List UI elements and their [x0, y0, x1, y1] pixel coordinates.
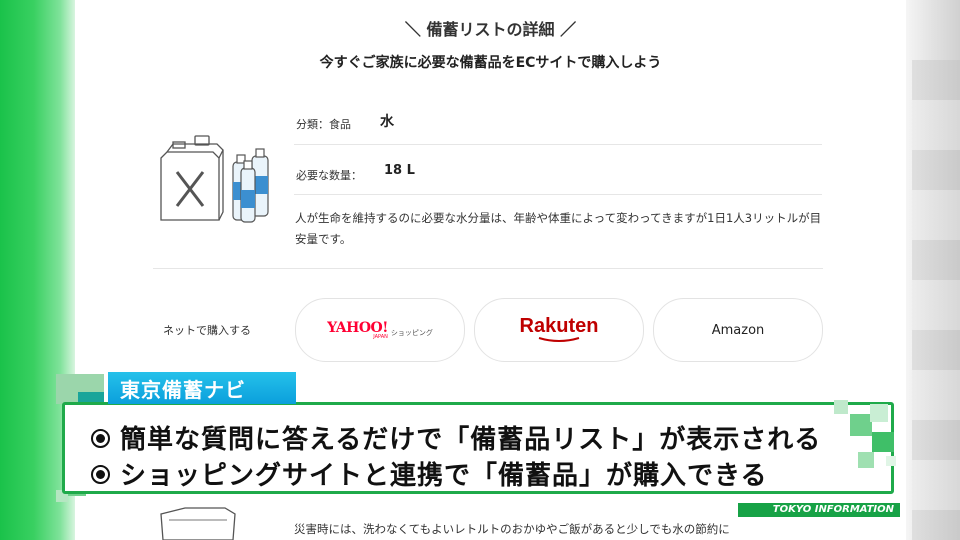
yahoo-shopping-button[interactable]: YAHOO! JAPAN ショッピング [295, 298, 465, 362]
decor-square [886, 456, 896, 466]
decor-square [834, 400, 848, 414]
decor-square [850, 414, 872, 436]
bullet-icon [91, 429, 110, 448]
tokyo-information-badge: TOKYO INFORMATION [738, 503, 900, 517]
caption-tag: 東京備蓄ナビ [108, 372, 296, 404]
caption-line-1: 簡単な質問に答えるだけで「備蓄品リスト」が表示される [91, 419, 821, 456]
divider [294, 194, 822, 195]
bottom-description: 災害時には、洗わなくてもよいレトルトのおかゆやご飯があると少しでも水の節約に [294, 522, 730, 536]
section-subtitle: 今すぐご家族に必要な備蓄品をECサイトで購入しよう [319, 55, 662, 71]
retort-food-icon [160, 507, 236, 540]
divider [153, 268, 823, 269]
amazon-label: Amazon [711, 322, 765, 338]
section-title: ＼ 備蓄リストの詳細 ／ [404, 20, 577, 39]
rakuten-logo: Rakuten [519, 315, 599, 344]
amazon-button[interactable]: Amazon [653, 298, 823, 362]
caption-line-2-text: ショッピングサイトと連携で「備蓄品」が購入できる [120, 461, 768, 491]
decor-square [870, 404, 888, 422]
rakuten-swoosh-icon [538, 337, 580, 342]
caption-line-1-text: 簡単な質問に答えるだけで「備蓄品リスト」が表示される [120, 425, 822, 455]
category-label: 分類：食品 [296, 118, 351, 131]
right-shade [912, 60, 960, 540]
buy-online-label: ネットで購入する [163, 324, 251, 337]
water-tank-icon [160, 135, 269, 223]
rakuten-wordmark: Rakuten [519, 315, 599, 337]
item-name: 水 [380, 114, 394, 130]
yahoo-japan-text: JAPAN [373, 334, 388, 340]
quantity-value: 18 L [384, 163, 415, 178]
bullet-icon [91, 465, 110, 484]
rakuten-button[interactable]: Rakuten [474, 298, 644, 362]
item-description: 人が生命を維持するのに必要な水分量は、年齢や体重によって変わってきますが1日1人… [295, 211, 822, 246]
caption-line-2: ショッピングサイトと連携で「備蓄品」が購入できる [91, 455, 767, 492]
yahoo-sub-text: ショッピング [390, 329, 433, 337]
caption-box: 簡単な質問に答えるだけで「備蓄品リスト」が表示される ショッピングサイトと連携で… [62, 402, 894, 494]
decor-square [872, 432, 894, 452]
divider [294, 144, 822, 145]
water-bottle-icon [232, 148, 269, 223]
decor-square [858, 452, 874, 468]
quantity-label: 必要な数量： [296, 169, 362, 182]
yahoo-logo: YAHOO! JAPAN ショッピング [327, 320, 433, 340]
